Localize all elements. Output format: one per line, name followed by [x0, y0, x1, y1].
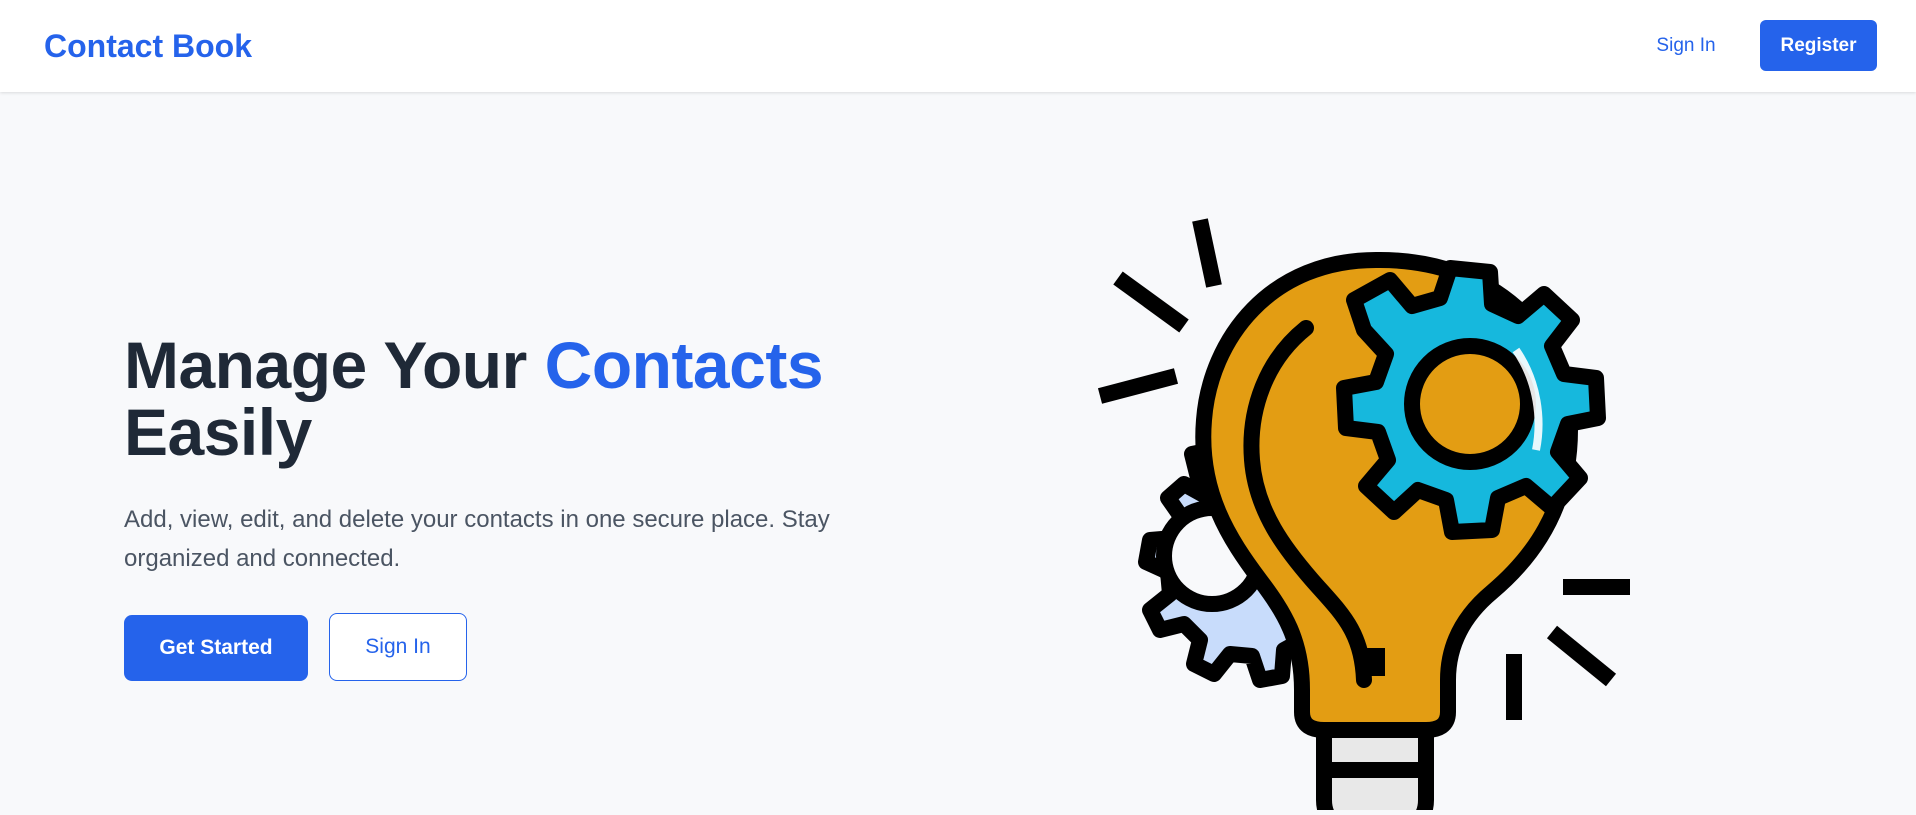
hero-subtitle: Add, view, edit, and delete your contact…: [124, 506, 830, 572]
nav-sign-in-link[interactable]: Sign In: [1640, 28, 1732, 64]
brand-logo[interactable]: Contact Book: [44, 24, 252, 68]
lightbulb-gears-icon: [1080, 120, 1680, 815]
get-started-button[interactable]: Get Started: [124, 615, 308, 681]
hero-title-part2: Easily: [124, 395, 312, 469]
nav-register-button[interactable]: Register: [1760, 20, 1877, 71]
hero-title: Manage Your Contacts Easily: [124, 332, 904, 466]
hero-title-part1: Manage Your: [124, 328, 545, 402]
navbar: Contact Book Sign In Register: [0, 0, 1916, 92]
hero-title-accent: Contacts: [544, 328, 824, 402]
hero-sign-in-button[interactable]: Sign In: [329, 613, 467, 681]
